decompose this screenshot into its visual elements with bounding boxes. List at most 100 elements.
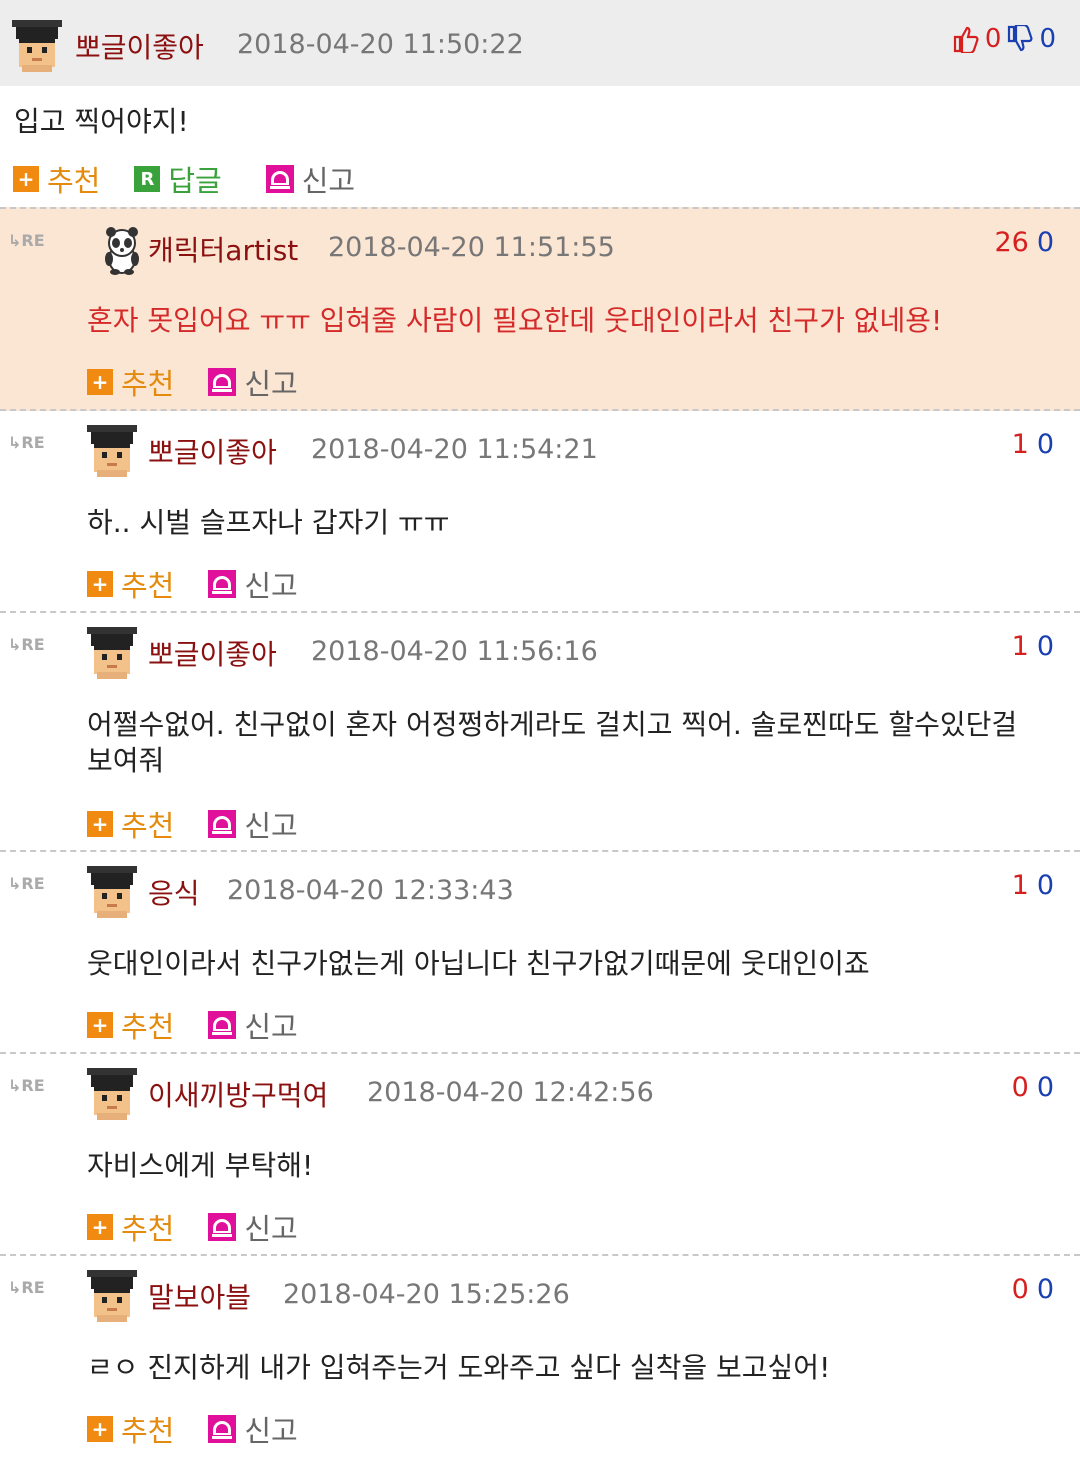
plus-icon: + (87, 369, 113, 395)
reply-author[interactable]: 뽀글이좋아 (148, 431, 277, 471)
recommend-label: 추천 (121, 1010, 175, 1044)
reply-up-count[interactable]: 26 (994, 227, 1028, 258)
reply-comment: ↳RE 뽀글이좋아 2018-04-20 11:54:21 10 하.. 시벌 … (0, 409, 1080, 613)
report-label: 신고 (301, 164, 356, 198)
main-comment-header: 뽀글이좋아 2018-04-20 11:50:22 0 0 (0, 0, 1080, 86)
reply-comment: ↳RE 뽀글이좋아 2018-04-20 11:56:16 10 어쩔수없어. … (0, 611, 1080, 852)
reply-vote-counter: 10 (1012, 631, 1054, 662)
recommend-label: 추천 (121, 367, 175, 401)
reply-up-count[interactable]: 1 (1012, 631, 1029, 662)
report-button[interactable]: 신고 (265, 158, 356, 200)
reply-author[interactable]: 뽀글이좋아 (148, 633, 277, 673)
plus-icon: + (87, 1012, 113, 1038)
report-button[interactable]: 신고 (208, 1004, 298, 1046)
reply-label: 답글 (168, 164, 222, 198)
comment-author[interactable]: 뽀글이좋아 (75, 26, 204, 66)
reply-body: 웃대인이라서 친구가없는게 아닙니다 친구가없기때문에 웃대인이죠 (87, 947, 870, 980)
report-label: 신고 (244, 569, 298, 603)
report-button[interactable]: 신고 (208, 1206, 298, 1248)
like-count: 0 (984, 24, 1002, 54)
reply-actions: + 추천 신고 (87, 1004, 332, 1046)
re-marker: ↳RE (8, 1278, 45, 1297)
reply-button[interactable]: R 답글 (134, 158, 222, 200)
recommend-label: 추천 (121, 1212, 175, 1246)
reply-comment: ↳RE 응식 2018-04-20 12:33:43 10 웃대인이라서 친구가… (0, 850, 1080, 1054)
re-marker: ↳RE (8, 1076, 45, 1095)
re-marker: ↳RE (8, 433, 45, 452)
plus-icon: + (87, 1416, 113, 1442)
reply-actions: + 추천 신고 (87, 803, 332, 845)
reply-down-count[interactable]: 0 (1037, 870, 1054, 901)
siren-icon (265, 165, 294, 193)
recommend-button[interactable]: + 추천 (13, 158, 100, 200)
thumbs-up-icon[interactable] (953, 25, 979, 53)
re-marker: ↳RE (8, 874, 45, 893)
plus-icon: + (87, 571, 113, 597)
reply-icon: R (134, 166, 161, 192)
reply-down-count[interactable]: 0 (1037, 227, 1054, 258)
reply-up-count[interactable]: 0 (1012, 1274, 1029, 1305)
recommend-button[interactable]: + 추천 (87, 803, 174, 845)
report-button[interactable]: 신고 (208, 361, 298, 403)
siren-icon (208, 1213, 237, 1241)
reply-comment: ↳RE 이새끼방구먹여 2018-04-20 12:42:56 00 자비스에게… (0, 1052, 1080, 1256)
siren-icon (208, 1415, 237, 1443)
reply-actions: + 추천 신고 (87, 1408, 332, 1450)
recommend-button[interactable]: + 추천 (87, 563, 174, 605)
reply-date: 2018-04-20 12:42:56 (367, 1077, 654, 1108)
reply-down-count[interactable]: 0 (1037, 1072, 1054, 1103)
comment-actions: + 추천 R 답글 신고 (13, 158, 389, 200)
thumbs-down-icon[interactable] (1007, 25, 1033, 53)
report-label: 신고 (244, 367, 298, 401)
siren-icon (208, 570, 237, 598)
reply-comment: ↳RE 캐릭터artist 2018-04-20 11:51:55 26 0 혼자… (0, 207, 1080, 411)
reply-vote-counter: 00 (1012, 1274, 1054, 1305)
reply-arrow-icon: ↳ (8, 231, 22, 250)
reply-author[interactable]: 응식 (148, 872, 200, 912)
plus-icon: + (87, 811, 113, 837)
reply-actions: + 추천 신고 (87, 361, 332, 403)
recommend-label: 추천 (47, 164, 101, 198)
reply-actions: + 추천 신고 (87, 1206, 332, 1248)
reply-date: 2018-04-20 11:51:55 (328, 232, 615, 263)
report-button[interactable]: 신고 (208, 1408, 298, 1450)
user-avatar-icon[interactable] (87, 1068, 137, 1120)
reply-down-count[interactable]: 0 (1037, 429, 1054, 460)
dislike-count: 0 (1039, 24, 1056, 54)
comment-body: 입고 찍어야지! (14, 105, 189, 138)
re-marker: ↳RE (8, 635, 45, 654)
reply-body: 하.. 시벌 슬프자나 갑자기 ㅠㅠ (87, 506, 450, 539)
recommend-button[interactable]: + 추천 (87, 361, 174, 403)
report-button[interactable]: 신고 (208, 563, 298, 605)
user-avatar-icon[interactable] (12, 20, 62, 72)
user-avatar-icon[interactable] (87, 627, 137, 679)
recommend-button[interactable]: + 추천 (87, 1004, 174, 1046)
reply-date: 2018-04-20 15:25:26 (283, 1279, 570, 1310)
reply-down-count[interactable]: 0 (1037, 1274, 1054, 1305)
reply-up-count[interactable]: 1 (1012, 870, 1029, 901)
reply-author[interactable]: 이새끼방구먹여 (148, 1074, 328, 1114)
report-button[interactable]: 신고 (208, 803, 298, 845)
user-avatar-icon[interactable] (87, 866, 137, 918)
recommend-label: 추천 (121, 809, 175, 843)
reply-down-count[interactable]: 0 (1037, 631, 1054, 662)
reply-arrow-icon: ↳ (8, 1076, 22, 1095)
reply-arrow-icon: ↳ (8, 433, 22, 452)
reply-vote-counter: 00 (1012, 1072, 1054, 1103)
panda-avatar-icon[interactable] (100, 227, 144, 275)
reply-up-count[interactable]: 1 (1012, 429, 1029, 460)
recommend-button[interactable]: + 추천 (87, 1206, 174, 1248)
recommend-button[interactable]: + 추천 (87, 1408, 174, 1450)
reply-author[interactable]: 말보아블 (148, 1276, 251, 1316)
reply-author[interactable]: 캐릭터artist (148, 229, 298, 269)
recommend-label: 추천 (121, 1414, 175, 1448)
siren-icon (208, 810, 237, 838)
report-label: 신고 (244, 1010, 298, 1044)
user-avatar-icon[interactable] (87, 1270, 137, 1322)
reply-vote-counter: 10 (1012, 429, 1054, 460)
plus-icon: + (87, 1214, 113, 1240)
user-avatar-icon[interactable] (87, 425, 137, 477)
report-label: 신고 (244, 1212, 298, 1246)
reply-up-count[interactable]: 0 (1012, 1072, 1029, 1103)
reply-actions: + 추천 신고 (87, 563, 332, 605)
